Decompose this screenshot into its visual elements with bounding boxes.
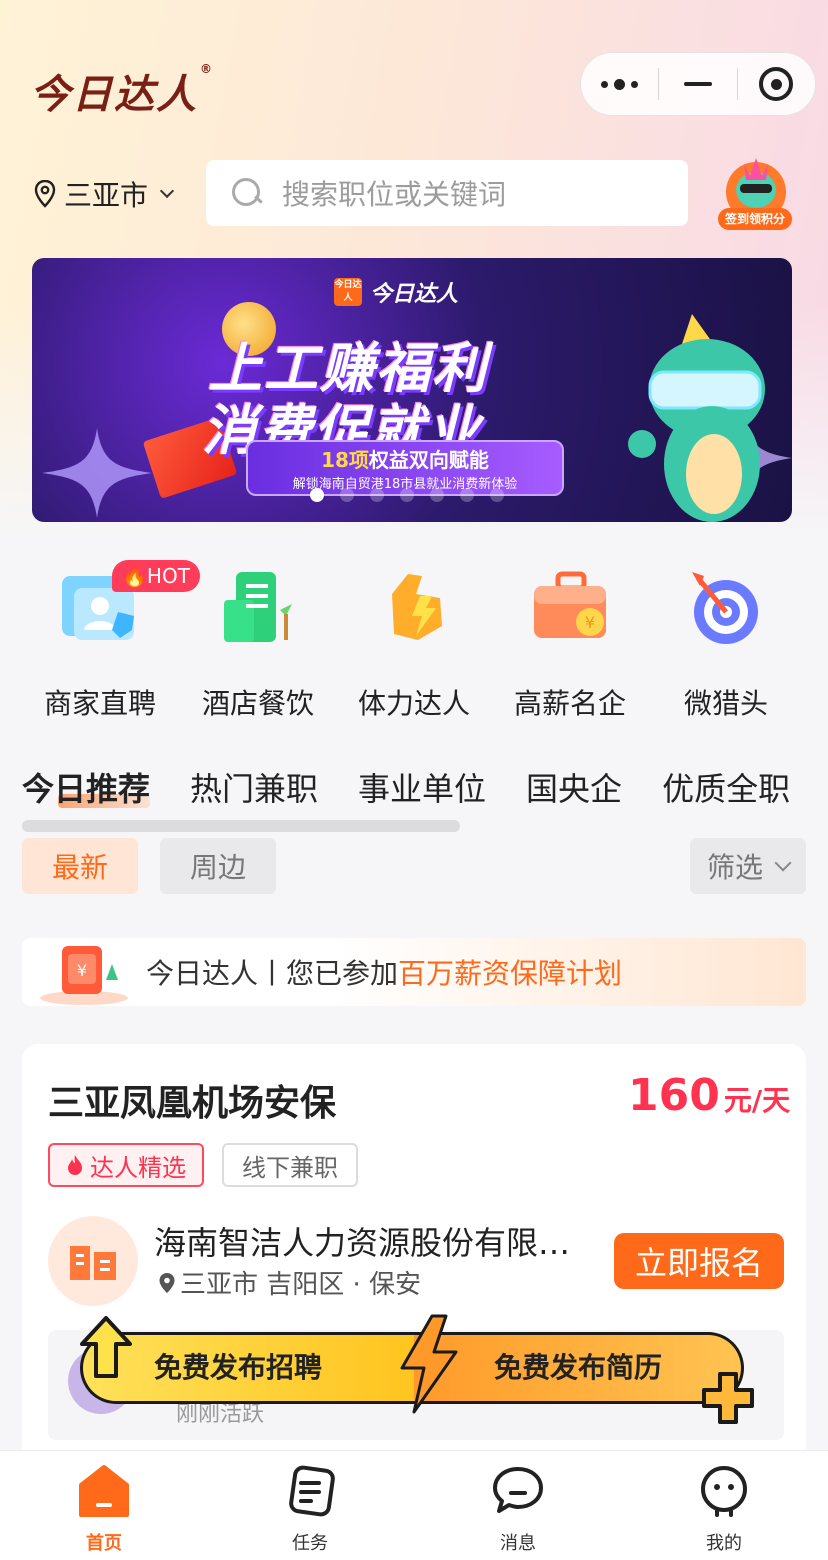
tab-today-recommend[interactable]: 今日推荐 <box>22 764 151 810</box>
arrow-up-icon <box>80 1316 132 1378</box>
close-miniapp-button[interactable] <box>738 52 815 116</box>
tab-public-institution[interactable]: 事业单位 <box>358 764 486 810</box>
chevron-down-icon <box>159 183 175 199</box>
more-dots-icon <box>601 78 639 90</box>
tab-scroll-indicator[interactable] <box>22 820 460 832</box>
hot-badge: 🔥HOT <box>112 560 200 592</box>
job-location: 三亚市 吉阳区 · 保安 <box>158 1264 421 1301</box>
tab-hot-parttime[interactable]: 热门兼职 <box>190 764 318 810</box>
tab-quality-fulltime[interactable]: 优质全职 <box>662 764 790 810</box>
category-hotel-dining[interactable]: 酒店餐饮 <box>180 560 336 722</box>
company-name[interactable]: 海南智洁人力资源股份有限… <box>154 1218 570 1264</box>
location-pin-icon <box>159 1272 175 1293</box>
category-micro-headhunter[interactable]: 微猎头 <box>648 560 804 722</box>
tag-featured: 达人精选 <box>48 1143 204 1187</box>
target-icon <box>759 67 794 101</box>
muscle-lightning-icon <box>392 574 442 640</box>
search-icon <box>232 178 262 208</box>
nav-profile[interactable]: 我的 <box>664 1463 784 1555</box>
filter-latest-button[interactable]: 最新 <box>22 838 138 894</box>
hotel-building-icon <box>224 572 292 642</box>
job-tabs: 今日推荐 热门兼职 事业单位 国央企 优质全职 <box>22 764 828 810</box>
more-button[interactable] <box>581 52 658 116</box>
bottom-navigation: 首页 任务 消息 我的 <box>0 1450 828 1560</box>
category-physical-work[interactable]: 体力达人 <box>336 560 492 722</box>
city-label: 三亚市 <box>64 179 149 212</box>
sparkle-decoration <box>42 428 152 518</box>
building-icon <box>70 1246 116 1280</box>
category-high-salary[interactable]: ¥ 高薪名企 <box>492 560 648 722</box>
job-salary: 160 元/天 <box>628 1070 791 1121</box>
search-placeholder: 搜索职位或关键词 <box>282 178 507 211</box>
flame-icon <box>68 1155 82 1175</box>
target-dart-icon <box>692 572 758 644</box>
checkin-badge[interactable]: 签到领积分 <box>718 208 792 230</box>
nav-home[interactable]: 首页 <box>44 1463 164 1555</box>
nav-tasks[interactable]: 任务 <box>250 1463 370 1555</box>
search-input[interactable]: 搜索职位或关键词 <box>206 160 688 226</box>
city-selector[interactable]: 三亚市 <box>34 174 175 214</box>
flame-icon: 🔥 <box>122 564 147 588</box>
carousel-indicator <box>310 488 504 502</box>
svg-text:¥: ¥ <box>585 613 595 632</box>
chevron-down-icon <box>774 854 792 872</box>
profile-face-icon <box>701 1466 747 1517</box>
filter-dropdown-button[interactable]: 筛选 <box>690 838 806 894</box>
publish-floating-bar: 免费发布招聘 免费发布简历 <box>74 1314 760 1424</box>
location-pin-icon <box>34 180 56 208</box>
home-icon <box>79 1465 129 1517</box>
salary-guarantee-banner[interactable]: ¥ 今日达人丨您已参加百万薪资保障计划 <box>22 938 806 1006</box>
lightning-icon <box>400 1314 458 1414</box>
app-logo: 今日达人® <box>30 62 214 118</box>
banner-brand: 今日达人 今日达人 <box>334 276 458 308</box>
minus-icon <box>684 82 712 86</box>
dragon-mascot-illustration <box>628 314 765 522</box>
message-bubble-icon <box>493 1467 543 1513</box>
miniapp-capsule <box>580 52 816 116</box>
job-title[interactable]: 三亚凤凰机场安保 <box>48 1074 336 1126</box>
svg-text:¥: ¥ <box>77 961 87 980</box>
brand-name: 今日达人 <box>370 282 459 307</box>
minimize-button[interactable] <box>659 52 736 116</box>
briefcase-coin-icon: ¥ <box>534 571 606 638</box>
nav-messages[interactable]: 消息 <box>458 1463 578 1555</box>
filter-nearby-button[interactable]: 周边 <box>160 838 276 894</box>
shield-illustration-icon: ¥ <box>40 946 128 1005</box>
tab-state-owned[interactable]: 国央企 <box>526 764 622 810</box>
tag-job-type: 线下兼职 <box>222 1143 358 1187</box>
apply-button[interactable]: 立即报名 <box>614 1233 784 1289</box>
task-list-icon <box>289 1465 335 1517</box>
plus-icon <box>702 1372 754 1424</box>
promo-banner[interactable]: 今日达人 今日达人 上工赚福利 消费促就业 18项权益双向赋能 解锁海南自贸港1… <box>32 258 792 522</box>
company-logo <box>48 1216 138 1306</box>
brand-square: 今日达人 <box>334 278 362 306</box>
